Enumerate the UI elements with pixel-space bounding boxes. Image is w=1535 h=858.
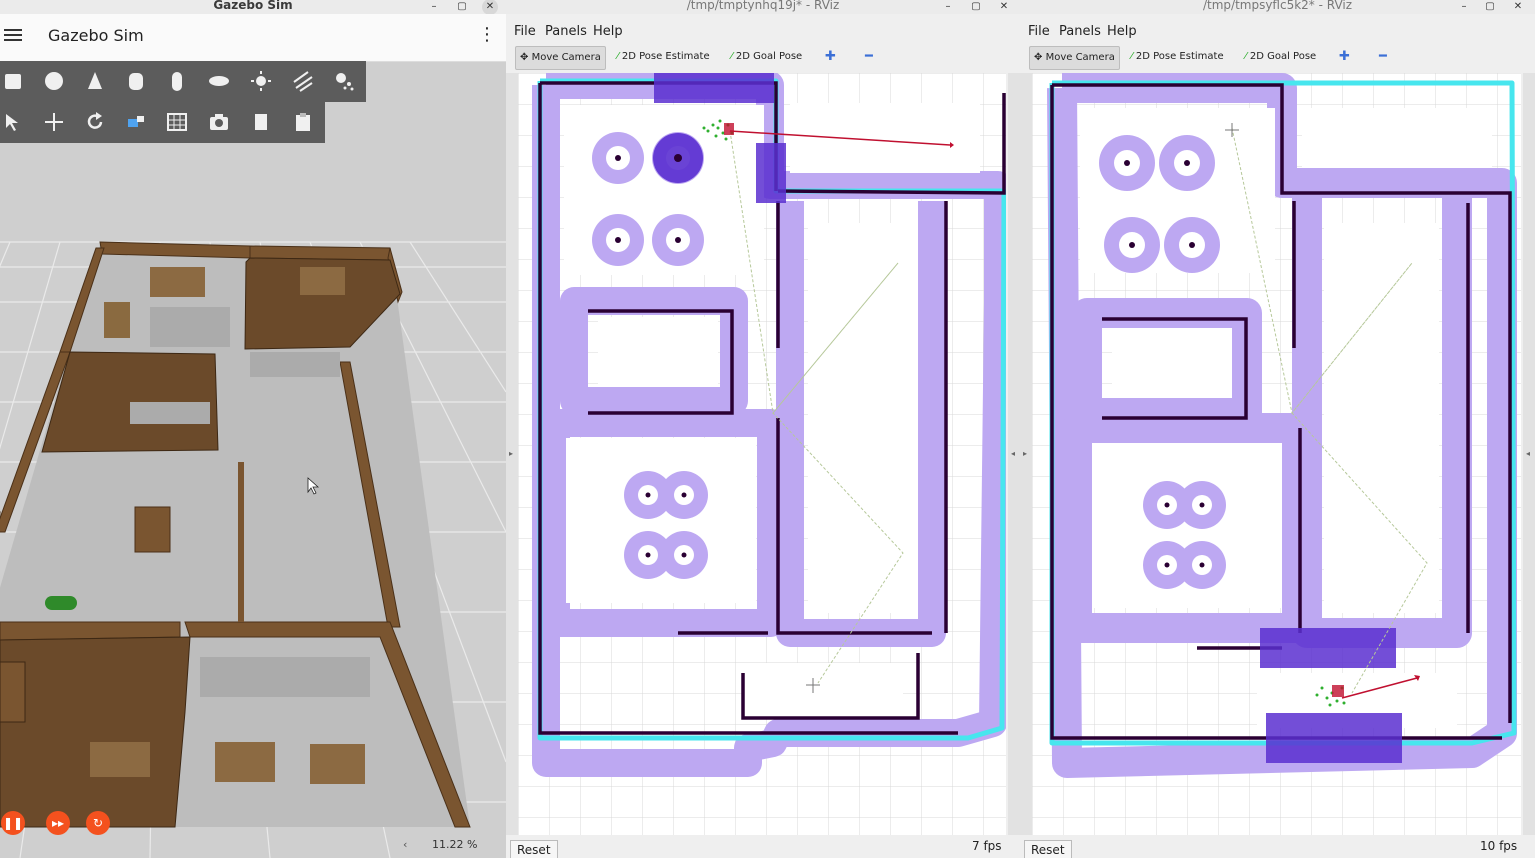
status-bar: Reset 7 fps bbox=[506, 836, 1020, 858]
menu-file[interactable]: File bbox=[514, 24, 536, 39]
move-camera-label: Move Camera bbox=[1045, 52, 1115, 63]
3d-viewport[interactable] bbox=[0, 62, 506, 858]
reset-simulation-button[interactable]: ↻ bbox=[86, 811, 110, 835]
add-tool-icon[interactable]: ✚ bbox=[1335, 46, 1354, 68]
goal-pose-tool[interactable]: ⁄ 2D Goal Pose bbox=[1241, 46, 1320, 68]
capsule-icon[interactable] bbox=[166, 70, 188, 92]
directional-light-icon[interactable] bbox=[292, 70, 314, 92]
shapes-toolbar bbox=[0, 61, 366, 102]
cylinder-icon[interactable] bbox=[125, 70, 147, 92]
green-arrow-icon: ⁄ bbox=[1245, 51, 1247, 62]
grid-icon[interactable] bbox=[166, 111, 188, 133]
minimize-button[interactable]: – bbox=[940, 0, 956, 15]
transform-toolbar bbox=[0, 102, 325, 143]
gazebo-titlebar: Gazebo Sim – ▢ ✕ bbox=[0, 0, 506, 15]
close-button[interactable]: ✕ bbox=[996, 0, 1012, 15]
gazebo-window: Gazebo Sim – ▢ ✕ Gazebo Sim ⋮ ❚❚ ▸▸ ↻ ‹ … bbox=[0, 0, 506, 858]
right-dock-splitter[interactable]: ◂ bbox=[1523, 73, 1535, 835]
menu-help[interactable]: Help bbox=[593, 24, 623, 39]
hamburger-menu-icon[interactable] bbox=[4, 26, 22, 44]
minimize-button[interactable]: – bbox=[426, 0, 442, 15]
snap-icon[interactable] bbox=[125, 111, 147, 133]
sun-light-icon[interactable] bbox=[250, 70, 272, 92]
rviz-toolbar: ✥ Move Camera ⁄ 2D Pose Estimate ⁄ 2D Go… bbox=[506, 44, 1020, 72]
rotate-icon[interactable] bbox=[84, 111, 106, 133]
map-view-left[interactable] bbox=[518, 73, 1006, 835]
remove-tool-icon[interactable]: ━ bbox=[861, 46, 877, 68]
rviz-right-window: /tmp/tmpsyflc5k2* - RViz – ▢ ✕ File Pane… bbox=[1020, 0, 1535, 858]
box-icon[interactable] bbox=[2, 70, 24, 92]
pause-button[interactable]: ❚❚ bbox=[1, 811, 25, 835]
rtf-collapse-arrow[interactable]: ‹ bbox=[403, 838, 407, 851]
spot-light-icon[interactable] bbox=[333, 70, 355, 92]
move-camera-icon: ✥ bbox=[1034, 52, 1043, 63]
rviz-right-titlebar: /tmp/tmpsyflc5k2* - RViz – ▢ ✕ bbox=[1020, 0, 1535, 14]
close-button[interactable]: ✕ bbox=[1510, 0, 1526, 15]
menu-bar: File Panels Help bbox=[506, 22, 1020, 42]
goal-pose-label: 2D Goal Pose bbox=[735, 51, 803, 62]
map-view-right[interactable] bbox=[1032, 73, 1521, 835]
real-time-factor: 11.22 % bbox=[432, 838, 478, 851]
kebab-menu-icon[interactable]: ⋮ bbox=[478, 26, 496, 46]
green-arrow-icon: ⁄ bbox=[1131, 51, 1133, 62]
maximize-button[interactable]: ▢ bbox=[454, 0, 470, 15]
fps-readout: 10 fps bbox=[1480, 839, 1518, 853]
gazebo-header: Gazebo Sim ⋮ bbox=[0, 14, 506, 62]
add-tool-icon[interactable]: ✚ bbox=[821, 46, 840, 68]
copy-icon[interactable] bbox=[250, 111, 272, 133]
minimize-button[interactable]: – bbox=[1456, 0, 1472, 15]
pose-estimate-tool[interactable]: ⁄ 2D Pose Estimate bbox=[613, 46, 714, 68]
step-button[interactable]: ▸▸ bbox=[46, 811, 70, 835]
select-arrow-icon[interactable] bbox=[2, 111, 24, 133]
status-bar: Reset 10 fps bbox=[1020, 836, 1535, 858]
right-dock-splitter[interactable]: ◂ bbox=[1008, 73, 1020, 835]
robot-model[interactable] bbox=[45, 596, 77, 610]
maximize-button[interactable]: ▢ bbox=[968, 0, 984, 15]
menu-panels[interactable]: Panels bbox=[1059, 24, 1101, 39]
menu-help[interactable]: Help bbox=[1107, 24, 1137, 39]
close-button[interactable]: ✕ bbox=[482, 0, 498, 15]
move-camera-tool[interactable]: ✥ Move Camera bbox=[1029, 46, 1120, 70]
cone-icon[interactable] bbox=[84, 70, 106, 92]
costmap-right[interactable] bbox=[1032, 73, 1521, 835]
paste-icon[interactable] bbox=[292, 111, 314, 133]
remove-tool-icon[interactable]: ━ bbox=[1375, 46, 1391, 68]
green-arrow-icon: ⁄ bbox=[731, 51, 733, 62]
move-camera-tool[interactable]: ✥ Move Camera bbox=[515, 46, 606, 70]
menu-bar: File Panels Help bbox=[1020, 22, 1535, 42]
costmap-left[interactable] bbox=[518, 73, 1006, 835]
rviz-toolbar: ✥ Move Camera ⁄ 2D Pose Estimate ⁄ 2D Go… bbox=[1020, 44, 1535, 72]
reset-button[interactable]: Reset bbox=[1024, 840, 1072, 858]
left-dock-splitter[interactable]: ▸ bbox=[506, 73, 518, 835]
menu-panels[interactable]: Panels bbox=[545, 24, 587, 39]
left-dock-splitter[interactable]: ▸ bbox=[1020, 73, 1032, 835]
goal-pose-label: 2D Goal Pose bbox=[1249, 51, 1317, 62]
rviz-left-window: /tmp/tmptynhq19j* - RViz – ▢ ✕ File Pane… bbox=[506, 0, 1020, 858]
fps-readout: 7 fps bbox=[972, 839, 1002, 853]
reset-button[interactable]: Reset bbox=[510, 840, 558, 858]
green-arrow-icon: ⁄ bbox=[617, 51, 619, 62]
camera-icon[interactable] bbox=[208, 111, 230, 133]
goal-pose-tool[interactable]: ⁄ 2D Goal Pose bbox=[727, 46, 806, 68]
ellipsoid-icon[interactable] bbox=[208, 70, 230, 92]
pose-estimate-label: 2D Pose Estimate bbox=[1135, 51, 1224, 62]
pose-estimate-label: 2D Pose Estimate bbox=[621, 51, 710, 62]
move-camera-icon: ✥ bbox=[520, 52, 529, 63]
pose-estimate-tool[interactable]: ⁄ 2D Pose Estimate bbox=[1127, 46, 1228, 68]
move-camera-label: Move Camera bbox=[531, 52, 601, 63]
menu-file[interactable]: File bbox=[1028, 24, 1050, 39]
rviz-left-titlebar: /tmp/tmptynhq19j* - RViz – ▢ ✕ bbox=[506, 0, 1020, 14]
sphere-icon[interactable] bbox=[43, 70, 65, 92]
maximize-button[interactable]: ▢ bbox=[1482, 0, 1498, 15]
translate-icon[interactable] bbox=[43, 111, 65, 133]
gazebo-app-title: Gazebo Sim bbox=[48, 26, 144, 45]
